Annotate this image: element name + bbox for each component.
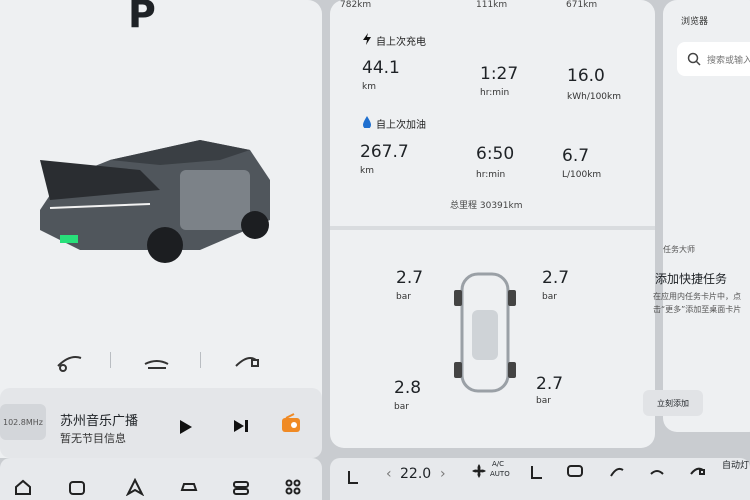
auto-lights-label[interactable]: 自动灯	[722, 458, 749, 471]
trunk-icon[interactable]	[142, 348, 172, 374]
mirror-fold-icon[interactable]	[608, 462, 626, 480]
trip-panel: 782km 111km 671km 自上次充电 44.1 km 1:27 hr:…	[330, 0, 655, 448]
charge-time-unit: hr:min	[480, 88, 510, 98]
lightning-icon	[363, 33, 371, 45]
home-icon[interactable]	[14, 478, 32, 496]
navigation-icon[interactable]	[126, 478, 144, 496]
media-player: 102.8MHz 苏州音乐广播 暂无节目信息	[0, 388, 322, 458]
temperature-value[interactable]: 22.0	[400, 466, 431, 482]
rear-defrost-icon[interactable]	[566, 462, 584, 480]
browser-search-input[interactable]: 搜索或输入	[677, 42, 750, 76]
task-heading: 添加快捷任务	[655, 272, 728, 286]
tire-rear-left: 2.8	[394, 378, 422, 398]
tire-front-right: 2.7	[542, 268, 570, 288]
temp-down-chevron[interactable]: ‹	[386, 466, 392, 482]
trunk-dock-icon[interactable]	[648, 462, 666, 480]
camera-icon[interactable]	[68, 478, 86, 496]
section-divider	[330, 226, 655, 230]
vehicle-illustration	[40, 140, 270, 263]
control-divider	[200, 352, 201, 368]
auto-label: AUTO	[490, 470, 510, 478]
fuel-distance-unit: km	[360, 166, 374, 176]
task-section-title: 任务大师	[663, 245, 695, 254]
charge-port-icon[interactable]	[232, 348, 262, 374]
search-icon	[687, 52, 701, 66]
charge-time: 1:27	[480, 64, 519, 84]
tire-front-right-unit: bar	[542, 292, 557, 302]
apps-grid-icon[interactable]	[284, 478, 302, 496]
radio-icon[interactable]	[280, 412, 302, 434]
charge-distance: 44.1	[362, 58, 400, 78]
seat-heat-icon[interactable]	[528, 462, 546, 480]
vehicle-panel: P 102.8MHz 苏州音乐广播 暂无节目信息	[0, 0, 322, 458]
tire-rear-left-unit: bar	[394, 402, 409, 412]
fuel-distance: 267.7	[360, 142, 409, 162]
tire-front-left: 2.7	[396, 268, 424, 288]
station-name: 苏州音乐广播	[60, 414, 139, 429]
widgets-panel: 浏览器 搜索或输入 任务大师 添加快捷任务 在应用内任务卡片中，点击“更多”添加…	[643, 0, 750, 432]
tire-rear-right: 2.7	[536, 374, 564, 394]
charge-consumption: 16.0	[567, 66, 605, 86]
temp-up-chevron[interactable]: ›	[440, 466, 446, 482]
ac-label: A/C	[492, 460, 505, 468]
task-master-card: 任务大师 添加快捷任务 在应用内任务卡片中，点击“更多”添加至桌面卡片 立刻添加	[643, 234, 750, 432]
fuel-section-title: 自上次加油	[376, 120, 426, 131]
add-task-button[interactable]: 立刻添加	[643, 390, 703, 416]
control-divider	[110, 352, 111, 368]
frunk-icon[interactable]	[55, 348, 85, 374]
program-info: 暂无节目信息	[60, 432, 126, 445]
charge-consumption-unit: kWh/100km	[567, 92, 622, 102]
search-placeholder: 搜索或输入	[707, 56, 750, 66]
battery-range: 111km	[476, 0, 508, 10]
charge-distance-unit: km	[362, 82, 376, 92]
gear-indicator: P	[128, 0, 156, 36]
charge-dock-icon[interactable]	[688, 462, 706, 480]
toggle-icon[interactable]	[232, 478, 250, 496]
tire-rear-right-unit: bar	[536, 396, 551, 406]
task-description: 在应用内任务卡片中，点击“更多”添加至桌面卡片	[653, 292, 742, 314]
fuel-time-unit: hr:min	[476, 170, 506, 180]
tire-front-left-unit: bar	[396, 292, 411, 302]
play-icon[interactable]	[178, 418, 194, 436]
vehicle-icon[interactable]	[180, 478, 198, 496]
app-dock	[0, 458, 322, 500]
tire-chassis-diagram	[454, 272, 516, 393]
fuel-consumption: 6.7	[562, 146, 590, 166]
radio-frequency: 102.8MHz	[0, 404, 46, 440]
fan-icon[interactable]	[470, 462, 488, 480]
range-badge: 782km	[340, 0, 372, 10]
fuel-consumption-unit: L/100km	[562, 170, 602, 180]
fuel-drop-icon	[363, 116, 371, 128]
charge-section-title: 自上次充电	[376, 37, 426, 48]
fuel-range: 671km	[566, 0, 598, 10]
browser-title: 浏览器	[681, 17, 709, 27]
next-track-icon[interactable]	[232, 418, 250, 434]
fuel-time: 6:50	[476, 144, 515, 164]
odometer: 总里程 30391km	[450, 201, 523, 211]
seat-icon[interactable]	[344, 468, 362, 486]
